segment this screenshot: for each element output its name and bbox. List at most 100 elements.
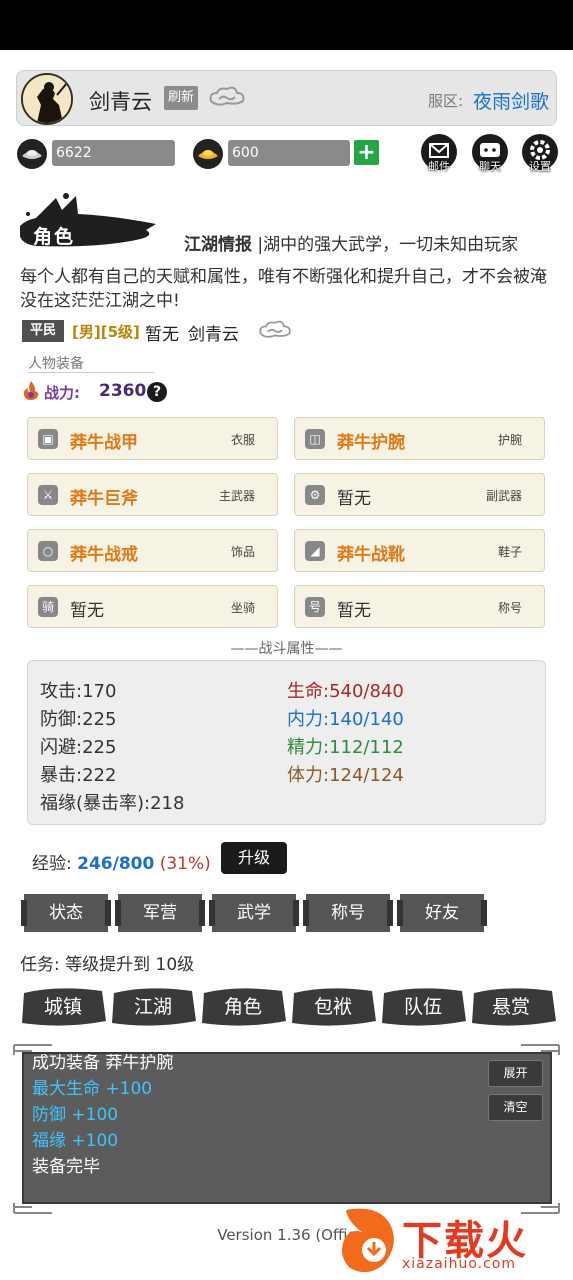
- server-name[interactable]: 夜雨剑歌: [473, 87, 549, 114]
- gold-ingot-icon: [193, 139, 223, 169]
- equip-slot-main-weapon[interactable]: ⚔ 莽牛巨斧 主武器: [27, 473, 278, 516]
- equip-type: 坐骑: [230, 601, 255, 615]
- cloud-icon: [259, 320, 291, 338]
- stat-label: 攻击:: [40, 681, 83, 702]
- equip-slot-mount[interactable]: 骑 暂无 坐骑: [27, 585, 278, 628]
- nav-jianghu[interactable]: 江湖: [112, 985, 194, 1029]
- stat-spirit: 精力:112/112: [287, 733, 404, 759]
- nav-team[interactable]: 队伍: [382, 985, 464, 1029]
- tab-martial-arts[interactable]: 武学: [209, 894, 299, 932]
- offhand-icon: ⚙: [305, 485, 325, 505]
- exp-value: 246/800: [77, 854, 155, 874]
- refresh-button[interactable]: 刷新: [164, 86, 198, 110]
- tab-friends[interactable]: 好友: [397, 894, 487, 932]
- log-line-text: 成功装备 莽牛护腕: [32, 1053, 174, 1073]
- chat-button[interactable]: 聊天: [472, 134, 508, 173]
- combat-power-value: 2360: [99, 381, 147, 401]
- server-label: 服区:: [428, 92, 464, 110]
- battle-stats-title: ——战斗属性——: [230, 641, 343, 657]
- equip-type: 鞋子: [497, 545, 522, 559]
- stat-attack: 攻击:170: [40, 677, 116, 703]
- equip-name: 莽牛战戒: [70, 545, 138, 565]
- gold-amount: 600: [228, 140, 350, 166]
- tab-barracks[interactable]: 军营: [115, 894, 205, 932]
- stat-value: 170: [82, 681, 117, 702]
- equip-type: 饰品: [230, 545, 255, 559]
- nav-town[interactable]: 城镇: [22, 985, 104, 1029]
- exp-percent: (31%): [159, 854, 211, 874]
- stat-dodge: 闪避:225: [40, 733, 116, 759]
- guild-name: 暂无: [145, 325, 179, 345]
- mail-button[interactable]: 邮件: [421, 134, 457, 173]
- equip-name: 莽牛护腕: [337, 433, 405, 453]
- intro-text: 每个人都有自己的天赋和属性，唯有不断强化和提升自己，才不会被淹没在这茫茫江湖之中…: [20, 267, 547, 311]
- equip-name: 莽牛巨斧: [70, 489, 138, 509]
- avatar[interactable]: [21, 73, 73, 125]
- stat-value: 225: [82, 737, 117, 758]
- stat-label: 暴击:: [40, 765, 83, 786]
- silver-amount: 6622: [52, 140, 175, 166]
- equip-name: 莽牛战靴: [337, 545, 405, 565]
- chat-label: 聊天: [479, 160, 501, 173]
- stat-label: 精力:: [287, 737, 330, 758]
- intro-first-line: 江湖情报 |湖中的强大武学，一切未知由玩家: [184, 230, 518, 255]
- equip-slot-boots[interactable]: ◢ 莽牛战靴 鞋子: [294, 529, 545, 572]
- player-name: 剑青云: [89, 90, 152, 114]
- equip-type: 主武器: [218, 489, 255, 503]
- nav-bounty[interactable]: 悬赏: [470, 985, 552, 1029]
- equip-name: 暂无: [337, 601, 371, 621]
- equip-slot-armor[interactable]: ▣ 莽牛战甲 衣服: [27, 417, 278, 460]
- weapon-icon: ⚔: [38, 485, 58, 505]
- equip-name: 暂无: [337, 489, 371, 509]
- nav-inventory[interactable]: 包袱: [292, 985, 374, 1029]
- stat-value: 140/140: [329, 709, 404, 730]
- mount-icon: 骑: [38, 597, 58, 617]
- boots-icon: ◢: [305, 541, 325, 561]
- stat-label: 闪避:: [40, 737, 83, 758]
- log-line: 成功装备 莽牛护腕: [32, 1053, 174, 1073]
- equip-type: 护腕: [497, 433, 522, 447]
- rank-badge: 平民: [22, 320, 64, 342]
- equip-name: 暂无: [70, 601, 104, 621]
- equip-slot-accessory[interactable]: ○ 莽牛战戒 饰品: [27, 529, 278, 572]
- intro-first-line-text: |湖中的强大武学，一切未知由玩家: [257, 235, 519, 255]
- stat-value: 218: [150, 793, 185, 814]
- battle-stats-panel: 攻击:170 防御:225 闪避:225 暴击:222 福缘(暴击率):218 …: [27, 660, 546, 825]
- stat-value: 222: [82, 765, 117, 786]
- task-text: 任务: 等级提升到 10级: [20, 955, 195, 975]
- cloud-icon: [209, 86, 245, 106]
- equip-slot-off-weapon[interactable]: ⚙ 暂无 副武器: [294, 473, 545, 516]
- stat-mp: 内力:140/140: [287, 705, 404, 731]
- title-icon: 号: [305, 597, 325, 617]
- player-header: 剑青云 刷新 服区: 夜雨剑歌: [16, 70, 557, 126]
- gender-level: [男][5级]: [72, 323, 140, 341]
- stat-label: 内力:: [287, 709, 330, 730]
- experience: 经验: 246/800 (31%): [32, 849, 211, 874]
- add-gold-button[interactable]: +: [354, 140, 379, 165]
- tab-status[interactable]: 状态: [21, 894, 111, 932]
- expand-log-button[interactable]: 展开: [488, 1060, 543, 1087]
- settings-button[interactable]: 设置: [522, 134, 558, 173]
- section-title: 角色: [33, 226, 76, 248]
- equip-type: 称号: [497, 601, 522, 615]
- exp-label: 经验:: [32, 854, 72, 874]
- equip-slot-title[interactable]: 号 暂无 称号: [294, 585, 545, 628]
- stat-label: 防御:: [40, 709, 83, 730]
- bracer-icon: ◫: [305, 429, 325, 449]
- clear-log-button[interactable]: 清空: [488, 1094, 543, 1121]
- log-line: 福缘 +100: [32, 1131, 119, 1151]
- help-icon[interactable]: ?: [147, 382, 167, 402]
- message-log[interactable]: 成功装备 莽牛护腕 最大生命 +100 防御 +100 福缘 +100 装备完毕: [22, 1052, 552, 1204]
- equip-type: 衣服: [230, 433, 255, 447]
- stat-luck: 福缘(暴击率):218: [40, 789, 184, 815]
- silver-ingot-icon: [17, 139, 47, 169]
- tab-titles[interactable]: 称号: [303, 894, 393, 932]
- ring-icon: ○: [38, 541, 58, 561]
- log-line: 装备完毕: [32, 1157, 100, 1177]
- stat-crit: 暴击:222: [40, 761, 116, 787]
- level-up-button[interactable]: 升级: [221, 842, 287, 874]
- stat-defense: 防御:225: [40, 705, 116, 731]
- equip-slot-bracer[interactable]: ◫ 莽牛护腕 护腕: [294, 417, 545, 460]
- character-name: 剑青云: [188, 325, 239, 345]
- nav-character[interactable]: 角色: [202, 985, 284, 1029]
